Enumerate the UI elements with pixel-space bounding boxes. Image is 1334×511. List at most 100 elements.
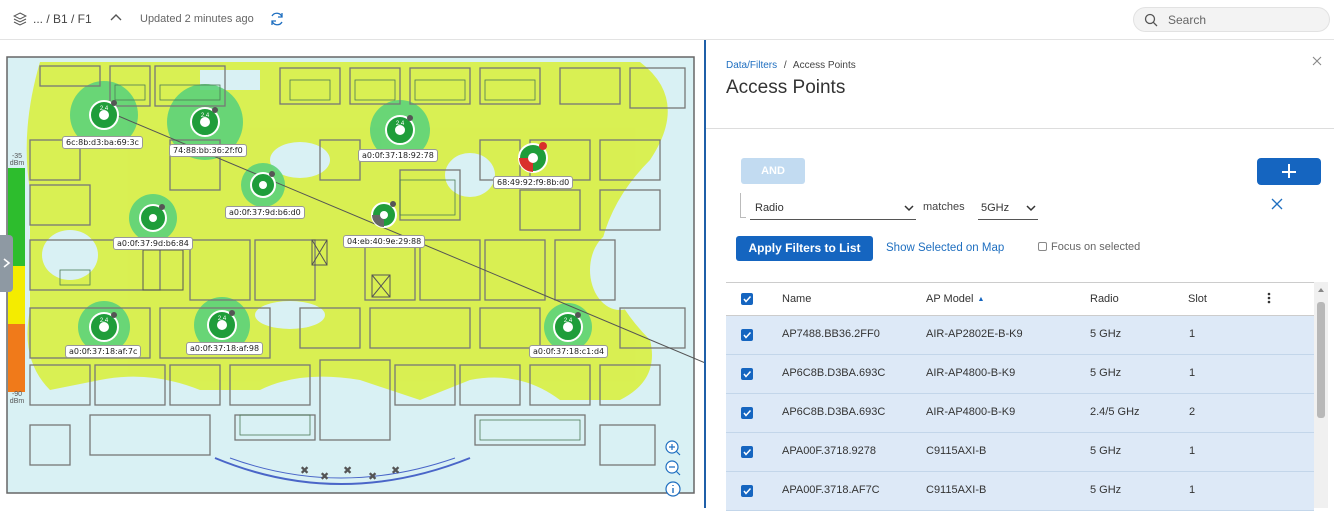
cell-slot: 2: [1189, 406, 1196, 418]
row-checkbox[interactable]: [741, 446, 753, 458]
table-row[interactable]: APA00F.3718.AF7C C9115AXI-B 5 GHz 1: [726, 472, 1314, 511]
chevron-up-icon[interactable]: [109, 11, 123, 25]
cell-name: AP6C8B.D3BA.693C: [782, 406, 886, 418]
table-row[interactable]: APA00F.3718.9278 C9115AXI-B 5 GHz 1: [726, 433, 1314, 472]
expand-sidebar-tab[interactable]: [0, 235, 13, 292]
filter-value-text: 5GHz: [981, 202, 1010, 214]
ap-label[interactable]: a0:0f:37:18:c1:d4: [529, 345, 609, 358]
cell-slot: 1: [1189, 445, 1196, 457]
access-points-table: Name AP Model ▲ Radio Slot AP7488.BB36.2F…: [726, 282, 1314, 511]
ap-label[interactable]: a0:0f:37:18:af:98: [186, 342, 264, 355]
apply-filters-button[interactable]: Apply Filters to List: [736, 236, 873, 261]
check-icon: [743, 295, 752, 303]
row-checkbox[interactable]: [741, 485, 753, 497]
ap-label[interactable]: 04:eb:40:9e:29:88: [343, 235, 426, 248]
svg-text:✖: ✖: [343, 465, 352, 477]
cell-slot: 1: [1189, 484, 1196, 496]
scrollbar-thumb[interactable]: [1317, 302, 1325, 418]
close-icon[interactable]: [1312, 56, 1322, 66]
check-icon: [743, 331, 752, 339]
ap-label[interactable]: 74:88:bb:36:2f:f0: [169, 144, 247, 157]
search-input[interactable]: [1168, 11, 1318, 28]
cell-slot: 1: [1189, 328, 1196, 340]
svg-text:✖: ✖: [368, 471, 377, 483]
column-header-slot[interactable]: Slot: [1188, 293, 1207, 305]
updated-status: Updated 2 minutes ago: [140, 13, 254, 25]
svg-text:2.4: 2.4: [396, 121, 405, 127]
row-checkbox[interactable]: [741, 329, 753, 341]
cell-name: AP6C8B.D3BA.693C: [782, 367, 886, 379]
more-options-icon[interactable]: [1267, 292, 1271, 304]
column-header-model[interactable]: AP Model ▲: [926, 293, 984, 305]
checkbox[interactable]: [1038, 242, 1047, 251]
zoom-out-icon[interactable]: [664, 459, 682, 477]
cell-radio: 5 GHz: [1090, 484, 1122, 496]
legend-max-label: -35 dBm: [9, 153, 25, 167]
cell-radio: 5 GHz: [1090, 328, 1122, 340]
focus-on-selected-checkbox[interactable]: Focus on selected: [1038, 241, 1140, 253]
and-operator-button[interactable]: AND: [741, 158, 805, 184]
select-all-checkbox[interactable]: [741, 293, 753, 305]
svg-text:✖: ✖: [320, 471, 329, 483]
sort-ascending-icon: ▲: [977, 296, 985, 303]
svg-text:2.4: 2.4: [100, 318, 109, 324]
chevron-down-icon: [904, 205, 914, 212]
table-row[interactable]: AP7488.BB36.2FF0 AIR-AP2802E-B-K9 5 GHz …: [726, 316, 1314, 355]
svg-text:2.4: 2.4: [218, 316, 227, 322]
cell-model: AIR-AP4800-B-K9: [926, 367, 1016, 379]
cell-model: C9115AXI-B: [926, 484, 987, 496]
breadcrumb: Data/Filters / Access Points: [726, 60, 856, 71]
chevron-right-icon: [3, 258, 11, 268]
ap-label[interactable]: a0:0f:37:9d:b6:d0: [225, 206, 305, 219]
remove-filter-icon[interactable]: [1271, 198, 1283, 210]
floor-plan[interactable]: ✖ ✖ ✖ ✖ ✖ 2.4 2.4 2.4 2.4 2.4 2.4: [0, 40, 704, 508]
page-title: Access Points: [726, 77, 846, 98]
check-icon: [743, 448, 752, 456]
table-row[interactable]: AP6C8B.D3BA.693C AIR-AP4800-B-K9 2.4/5 G…: [726, 394, 1314, 433]
table-header: Name AP Model ▲ Radio Slot: [726, 282, 1314, 316]
ap-label[interactable]: 6c:8b:d3:ba:69:3c: [62, 136, 143, 149]
row-checkbox[interactable]: [741, 368, 753, 380]
column-header-radio[interactable]: Radio: [1090, 293, 1119, 305]
cell-model: C9115AXI-B: [926, 445, 987, 457]
add-filter-button[interactable]: [1257, 158, 1321, 185]
ap-label[interactable]: a0:0f:37:18:92:78: [358, 149, 438, 162]
row-checkbox[interactable]: [741, 407, 753, 419]
divider: [706, 128, 1334, 129]
scroll-up-arrow-icon[interactable]: [1318, 288, 1324, 292]
cell-model: AIR-AP4800-B-K9: [926, 406, 1016, 418]
focus-label: Focus on selected: [1051, 241, 1141, 253]
cell-radio: 5 GHz: [1090, 445, 1122, 457]
filter-value-select[interactable]: 5GHz: [978, 196, 1038, 220]
floor-map[interactable]: ✖ ✖ ✖ ✖ ✖ 2.4 2.4 2.4 2.4 2.4 2.4 -35 dB…: [0, 40, 704, 508]
column-header-name[interactable]: Name: [782, 293, 811, 305]
location-breadcrumb[interactable]: ... / B1 / F1: [33, 12, 92, 26]
top-bar: ... / B1 / F1 Updated 2 minutes ago: [0, 0, 1334, 40]
svg-text:2.4: 2.4: [201, 113, 210, 119]
ap-label[interactable]: a0:0f:37:9d:b6:84: [113, 237, 193, 250]
layers-icon[interactable]: [13, 12, 27, 26]
ap-label[interactable]: 68:49:92:f9:8b:d0: [493, 176, 574, 189]
legend-min-label: -90 dBm: [9, 391, 25, 405]
breadcrumb-current: Access Points: [792, 60, 856, 71]
filter-field-select[interactable]: Radio: [750, 196, 916, 220]
svg-text:✖: ✖: [391, 465, 400, 477]
table-scrollbar[interactable]: [1314, 282, 1328, 508]
access-points-panel: Data/Filters / Access Points Access Poin…: [704, 40, 1334, 511]
cell-name: APA00F.3718.9278: [782, 445, 876, 457]
show-selected-link[interactable]: Show Selected on Map: [886, 242, 1004, 254]
svg-text:✖: ✖: [300, 465, 309, 477]
search-box[interactable]: [1133, 7, 1330, 32]
refresh-icon[interactable]: [269, 11, 285, 27]
check-icon: [743, 370, 752, 378]
ap-label[interactable]: a0:0f:37:18:af:7c: [65, 345, 142, 358]
column-header-model-label: AP Model: [926, 293, 974, 305]
zoom-in-icon[interactable]: [664, 439, 682, 457]
svg-text:2.4: 2.4: [100, 106, 109, 112]
info-icon[interactable]: [664, 480, 682, 498]
table-row[interactable]: AP6C8B.D3BA.693C AIR-AP4800-B-K9 5 GHz 1: [726, 355, 1314, 394]
check-icon: [743, 409, 752, 417]
breadcrumb-data-filters[interactable]: Data/Filters: [726, 60, 777, 71]
filter-field-value: Radio: [755, 202, 784, 214]
svg-text:2.4: 2.4: [564, 318, 573, 324]
